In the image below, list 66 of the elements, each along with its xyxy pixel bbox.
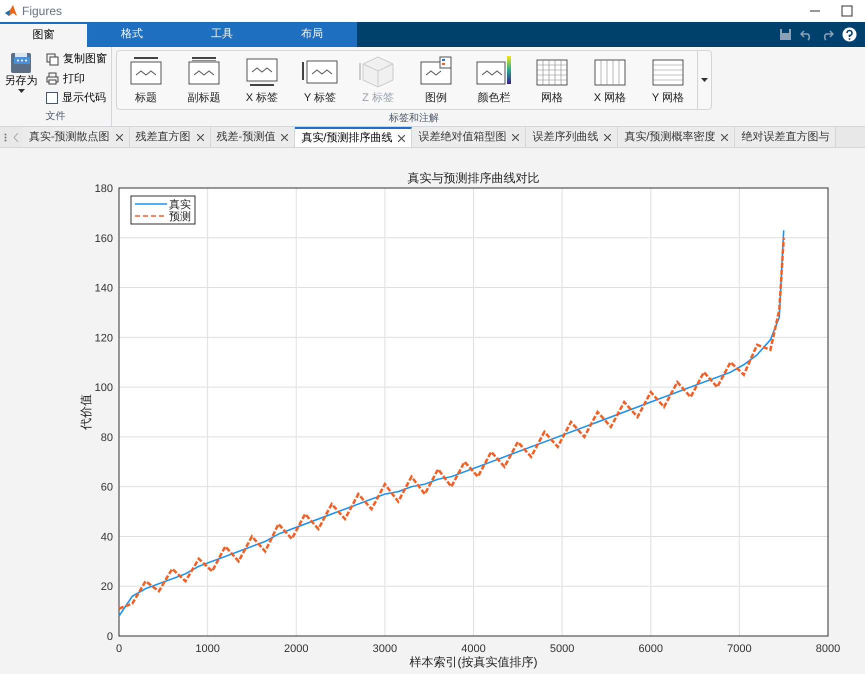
close-icon[interactable] [604,134,612,140]
legend-label: 预测 [169,211,191,223]
help-icon[interactable] [842,27,857,42]
close-icon[interactable] [281,134,288,140]
y-tick-label: 100 [94,382,113,394]
close-icon[interactable] [196,134,204,140]
x-tick-label: 3000 [372,643,398,655]
close-icon[interactable] [512,134,520,140]
y-tick-label: 0 [106,631,113,643]
y-tick-label: 80 [100,432,113,444]
y-axis-label: 代价值 [79,394,93,430]
gallery-item[interactable]: 副标题 [175,54,233,106]
section-label: 文件 [44,110,66,124]
x-tick-label: 4000 [461,643,486,655]
save-as-button[interactable]: 另存为 [4,51,38,109]
copy-icon [46,52,59,66]
y-tick-label: 140 [94,282,113,295]
copy-figure-button[interactable]: 复制图窗 [46,51,107,68]
x-tick-label: 1000 [195,643,220,655]
y-tick-label: 40 [100,531,113,544]
grip-icon[interactable] [4,132,7,142]
ribbon-tab[interactable]: 图窗 [0,24,87,47]
redo-icon[interactable] [821,28,834,41]
x-axis-label: 样本索引(按真实值排序) [410,655,538,669]
close-icon[interactable] [398,134,406,142]
y-tick-label: 120 [94,332,113,344]
gallery-item[interactable]: 颜色栏 [465,54,523,106]
ribbon-tab[interactable]: 工具 [177,22,267,47]
y-tick-label: 20 [100,581,113,594]
legend-label: 真实 [169,199,191,211]
gallery-item[interactable]: X 网格 [581,54,639,106]
x-tick-label: 0 [116,643,122,655]
y-tick-label: 180 [94,183,113,195]
print-button[interactable]: 打印 [46,70,107,87]
y-tick-label: 60 [100,482,113,494]
gallery-item[interactable]: 标题 [117,54,175,106]
caret-icon [701,78,708,82]
chart-title: 真实与预测排序曲线对比 [408,171,540,185]
gallery-item[interactable]: Y 网格 [639,54,697,106]
app-logo-icon [4,4,18,18]
gallery-item[interactable]: X 标签 [233,54,291,106]
printer-icon [46,72,59,86]
checkbox[interactable] [46,92,58,104]
ribbon-tab[interactable]: 布局 [267,22,357,47]
caret-icon [18,88,24,93]
window-title: Figures [22,3,62,20]
show-code-label: 显示代码 [62,91,106,106]
legend-dashed-swatch [135,215,167,217]
x-tick-label: 6000 [638,643,663,655]
floppy-icon [8,51,34,75]
ribbon-tab[interactable]: 格式 [87,22,177,47]
close-icon[interactable] [116,134,123,140]
save-icon[interactable] [779,28,792,41]
close-icon[interactable] [721,134,728,140]
section-label: 标签和注解 [388,112,440,126]
x-tick-label: 2000 [284,643,308,655]
x-tick-label: 7000 [727,643,752,655]
gallery-item[interactable]: 网格 [523,54,581,106]
maximize-icon[interactable] [841,5,853,17]
x-tick-label: 5000 [550,643,574,655]
gallery-item[interactable]: 图例 [407,54,465,106]
gallery-item[interactable]: Y 标签 [291,54,349,106]
x-tick-label: 8000 [816,643,840,655]
undo-icon[interactable] [800,28,813,41]
y-tick-label: 160 [94,232,113,245]
legend-box [130,196,196,224]
